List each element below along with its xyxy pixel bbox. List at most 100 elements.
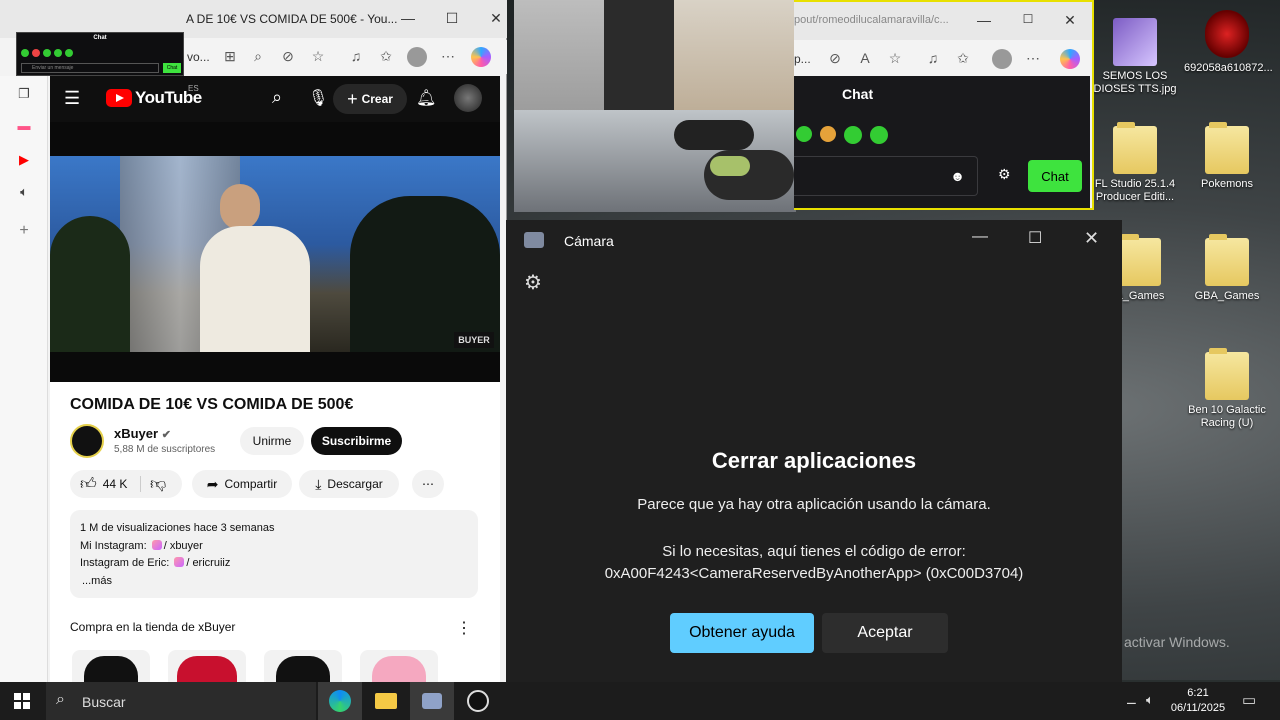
taskbar: ⌕ Buscar ⚊ 🔈︎ 6:21 06/11/2025 ▭ xyxy=(0,682,1280,720)
emoji-icon[interactable]: ☻ xyxy=(950,168,965,184)
shop-item[interactable] xyxy=(168,650,246,682)
dialog-title: Cerrar aplicaciones xyxy=(711,448,917,473)
create-button[interactable]: + Crear xyxy=(333,84,407,114)
close-icon[interactable]: ✕ xyxy=(1060,12,1080,29)
accept-button[interactable]: Aceptar xyxy=(822,613,948,653)
youtube-sidebar-icon[interactable]: ▶ xyxy=(14,152,34,168)
copilot-icon[interactable] xyxy=(1060,49,1080,69)
tracking-icon[interactable]: ⊘ xyxy=(826,50,844,67)
emote-icon[interactable] xyxy=(820,126,836,142)
sidebar-app-icon[interactable]: ▬ xyxy=(14,118,34,134)
mini-chat-send-button[interactable]: Chat xyxy=(163,63,181,73)
profile-avatar[interactable] xyxy=(992,49,1012,69)
chat-send-button[interactable]: Chat xyxy=(1028,160,1082,192)
tab-title[interactable]: A DE 10€ VS COMIDA DE 500€ - You... xyxy=(186,12,397,26)
channel-name[interactable]: xBuyer ✔ xyxy=(114,426,171,441)
speaker-icon[interactable]: 🔈︎ xyxy=(14,184,34,200)
desktop-icon-pokemons[interactable]: Pokemons xyxy=(1184,122,1270,191)
extensions-icon[interactable]: ♫ xyxy=(347,48,365,64)
settings-gear-icon[interactable]: ⚙ xyxy=(524,270,542,295)
chat-settings-gear-icon[interactable]: ⚙ xyxy=(998,166,1011,183)
video-player[interactable]: BUYER xyxy=(50,122,500,382)
notifications-bell-icon[interactable]: 🔔︎ xyxy=(416,88,436,108)
volume-icon[interactable]: 🔈︎ xyxy=(1146,692,1154,708)
taskbar-app-obs[interactable] xyxy=(456,682,500,720)
shop-item[interactable] xyxy=(264,650,342,682)
minimize-icon[interactable]: — xyxy=(398,10,418,26)
tab-bar-right: pout/romeodilucalamaravilla/c... — ☐ ✕ xyxy=(794,2,1092,40)
emote-icon[interactable] xyxy=(796,126,812,142)
start-button[interactable] xyxy=(0,682,44,720)
description-text: Mi Instagram: xyxy=(80,539,147,552)
taskbar-app-edge[interactable] xyxy=(318,682,362,720)
minimize-icon[interactable]: — xyxy=(972,228,988,246)
desktop-icon-ben10[interactable]: Ben 10 Galactic Racing (U) xyxy=(1184,348,1270,430)
taskbar-app-explorer[interactable] xyxy=(364,682,408,720)
video-description[interactable]: 1 M de visualizaciones hace 3 semanas Mi… xyxy=(70,510,478,598)
more-options-icon[interactable]: ⋯ xyxy=(439,48,457,65)
hoodie-icon xyxy=(177,656,237,682)
emote-icon[interactable] xyxy=(844,126,862,144)
desktop-icon-fl-studio[interactable]: FL Studio 25.1.4 Producer Editi... xyxy=(1092,122,1178,204)
address-url[interactable]: pout/romeodilucalamaravilla/c... xyxy=(794,14,949,26)
download-icon: ⤓ xyxy=(315,475,322,492)
close-icon[interactable]: ✕ xyxy=(1084,228,1099,249)
emote-icon[interactable] xyxy=(870,126,888,144)
mini-chat-input[interactable]: Enviar un mensaje xyxy=(21,63,159,73)
channel-avatar[interactable] xyxy=(70,424,104,458)
address-fragment[interactable]: p... xyxy=(794,52,811,66)
clock[interactable]: 6:21 06/11/2025 xyxy=(1166,686,1230,716)
favorites-icon[interactable]: ✩ xyxy=(954,50,972,67)
microphone-icon[interactable]: 🎙︎ xyxy=(308,88,328,108)
share-button[interactable]: ➦ Compartir xyxy=(192,470,292,498)
like-icon[interactable]: 👍︎ xyxy=(80,475,97,494)
copilot-icon[interactable] xyxy=(471,47,491,67)
address-fragment[interactable]: vo... xyxy=(187,50,210,64)
folder-icon xyxy=(1117,234,1161,286)
menu-icon[interactable]: ☰ xyxy=(64,88,80,109)
apps-grid-icon[interactable]: ⊞ xyxy=(221,48,239,65)
desktop-icon-gba-games[interactable]: GBA_Games xyxy=(1184,234,1270,303)
minimize-icon[interactable]: — xyxy=(974,12,994,28)
notifications-icon[interactable]: ▭ xyxy=(1242,691,1256,709)
shop-item[interactable] xyxy=(360,650,438,682)
chat-input[interactable]: ☻ xyxy=(794,156,978,196)
taskbar-app-camera[interactable] xyxy=(410,682,454,720)
close-icon[interactable]: ✕ xyxy=(486,10,506,27)
subscribe-button[interactable]: Suscribirme xyxy=(311,427,402,455)
hoodie-icon xyxy=(372,656,426,682)
read-aloud-icon[interactable]: A xyxy=(856,50,874,66)
taskbar-search[interactable]: ⌕ Buscar xyxy=(46,682,316,720)
mini-chat-overlay[interactable]: Chat Enviar un mensaje Chat xyxy=(16,32,184,76)
maximize-icon[interactable]: ☐ xyxy=(1028,228,1042,248)
shop-item[interactable] xyxy=(72,650,150,682)
join-button[interactable]: Unirme xyxy=(240,427,304,455)
desktop-icon-image2[interactable]: 692058a610872... xyxy=(1184,10,1273,75)
more-actions-button[interactable]: ⋯ xyxy=(412,470,444,498)
tabs-icon[interactable]: ❐ xyxy=(14,86,34,102)
emote-row xyxy=(796,126,888,144)
tracking-icon[interactable]: ⊘ xyxy=(279,48,297,65)
instagram-link[interactable]: / xbuyer xyxy=(164,540,203,552)
more-options-icon[interactable]: ⋯ xyxy=(1024,50,1042,67)
shop-more-icon[interactable]: ⋮ xyxy=(456,618,472,638)
favorites-icon[interactable]: ✩ xyxy=(377,48,395,65)
get-help-button[interactable]: Obtener ayuda xyxy=(670,613,814,653)
dislike-icon[interactable]: 👎︎ xyxy=(150,475,166,494)
desktop-icon-semos[interactable]: SEMOS LOS DIOSES TTS.jpg xyxy=(1092,18,1178,96)
zoom-icon[interactable]: ⌕ xyxy=(249,48,267,65)
maximize-icon[interactable]: ☐ xyxy=(1018,12,1038,26)
extensions-icon[interactable]: ♫ xyxy=(924,50,942,66)
maximize-icon[interactable]: ☐ xyxy=(442,10,462,27)
show-more-link[interactable]: ...más xyxy=(80,573,468,591)
avatar[interactable] xyxy=(454,84,482,112)
favorite-star-icon[interactable]: ☆ xyxy=(309,48,327,65)
favorite-star-icon[interactable]: ☆ xyxy=(886,50,904,67)
profile-avatar[interactable] xyxy=(407,47,427,67)
download-button[interactable]: ⤓ Descargar xyxy=(299,470,399,498)
search-icon[interactable]: ⌕ xyxy=(272,87,282,108)
instagram-link[interactable]: / ericruiiz xyxy=(186,557,230,569)
network-icon[interactable]: ⚊ xyxy=(1126,693,1137,707)
desktop-icon-label: GBA_Games xyxy=(1194,290,1260,302)
add-icon[interactable]: + xyxy=(14,222,34,239)
